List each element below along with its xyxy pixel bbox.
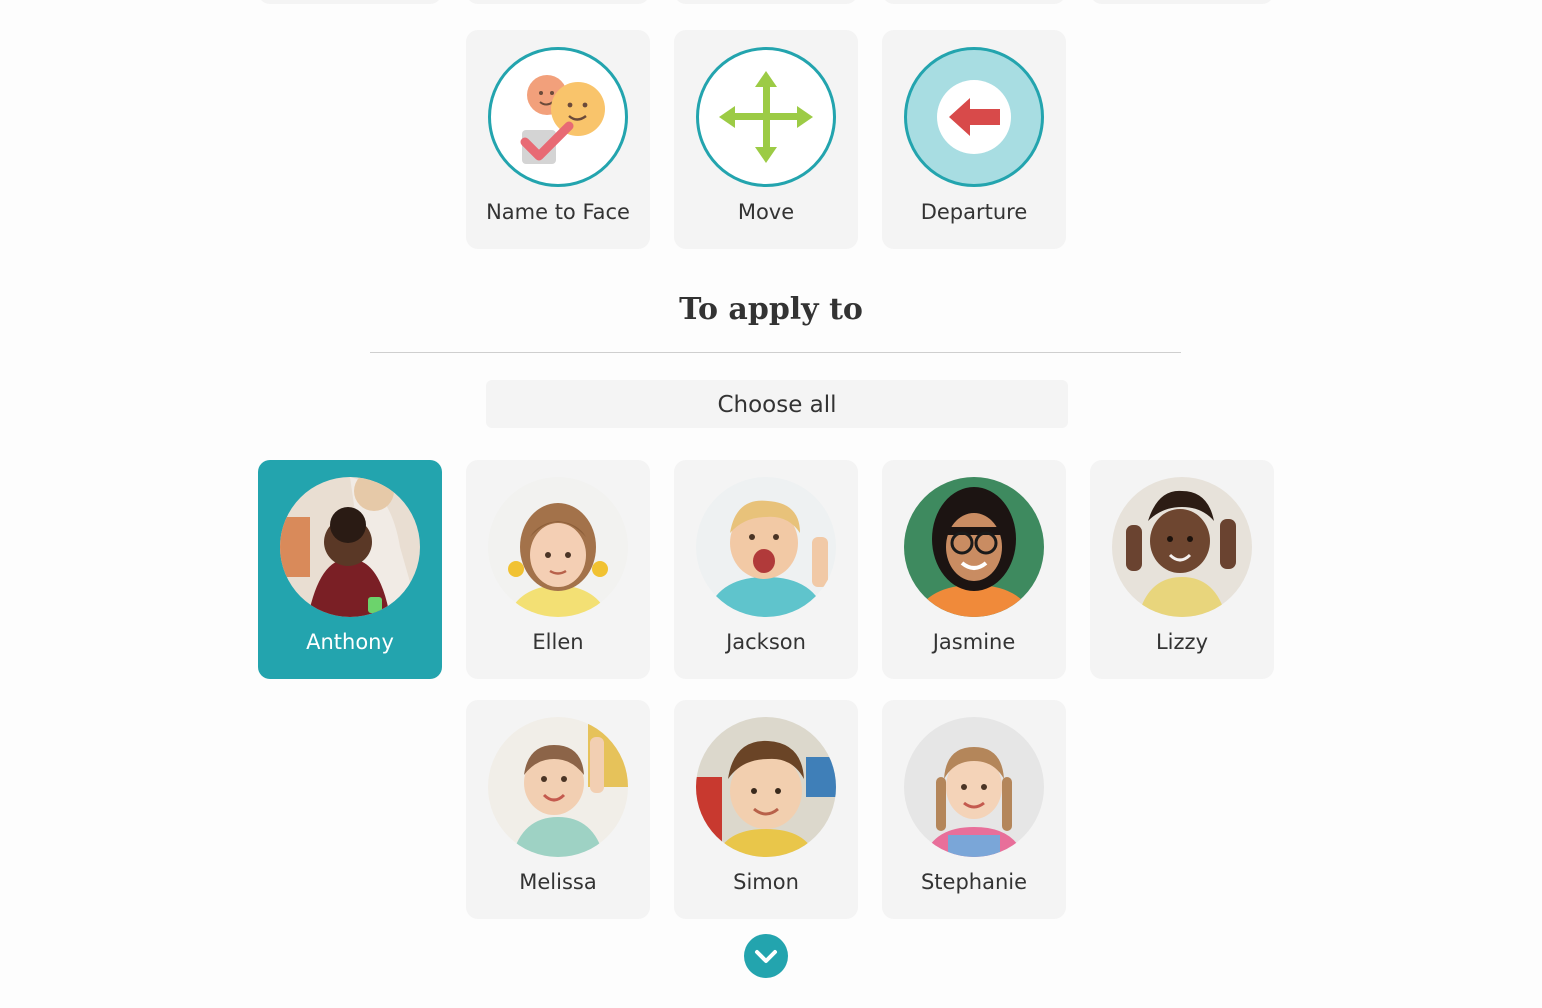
child-card-jasmine[interactable]: Jasmine xyxy=(882,460,1066,679)
child-card-jackson[interactable]: Jackson xyxy=(674,460,858,679)
child-photo-simon xyxy=(696,717,836,857)
child-photo-jackson xyxy=(696,477,836,617)
child-photo-ellen xyxy=(488,477,628,617)
scroll-down-button[interactable] xyxy=(744,934,788,978)
activity-card-departure[interactable]: Departure xyxy=(882,30,1066,249)
child-card-melissa[interactable]: Melissa xyxy=(466,700,650,919)
child-name: Anthony xyxy=(306,630,394,654)
move-arrows-icon xyxy=(696,47,836,187)
child-name: Lizzy xyxy=(1155,630,1208,654)
divider xyxy=(370,352,1181,353)
child-card-ellen[interactable]: Ellen xyxy=(466,460,650,679)
child-photo-stephanie xyxy=(904,717,1044,857)
child-name: Stephanie xyxy=(920,870,1028,894)
child-photo-lizzy xyxy=(1112,477,1252,617)
previous-card-stub xyxy=(466,0,650,4)
child-card-anthony[interactable]: Anthony xyxy=(258,460,442,679)
child-card-stephanie[interactable]: Stephanie xyxy=(882,700,1066,919)
child-photo-jasmine xyxy=(904,477,1044,617)
previous-card-stub xyxy=(258,0,442,4)
previous-card-stub xyxy=(882,0,1066,4)
child-card-lizzy[interactable]: Lizzy xyxy=(1090,460,1274,679)
name-to-face-icon xyxy=(488,47,628,187)
activity-label: Move xyxy=(737,200,795,224)
activity-card-move[interactable]: Move xyxy=(674,30,858,249)
child-card-simon[interactable]: Simon xyxy=(674,700,858,919)
departure-arrow-icon xyxy=(904,47,1044,187)
activity-label: Departure xyxy=(920,200,1028,224)
child-name: Melissa xyxy=(519,870,597,894)
activity-label: Name to Face xyxy=(486,200,630,224)
previous-card-stub xyxy=(674,0,858,4)
child-name: Jackson xyxy=(726,630,806,654)
child-photo-anthony xyxy=(280,477,420,617)
child-name: Jasmine xyxy=(932,630,1016,654)
choose-all-button[interactable]: Choose all xyxy=(486,380,1068,428)
child-name: Simon xyxy=(733,870,799,894)
child-photo-melissa xyxy=(488,717,628,857)
chevron-down-icon xyxy=(755,950,777,963)
activity-card-name-to-face[interactable]: Name to Face xyxy=(466,30,650,249)
section-title: To apply to xyxy=(679,292,863,327)
previous-card-stub xyxy=(1090,0,1274,4)
child-name: Ellen xyxy=(532,630,584,654)
